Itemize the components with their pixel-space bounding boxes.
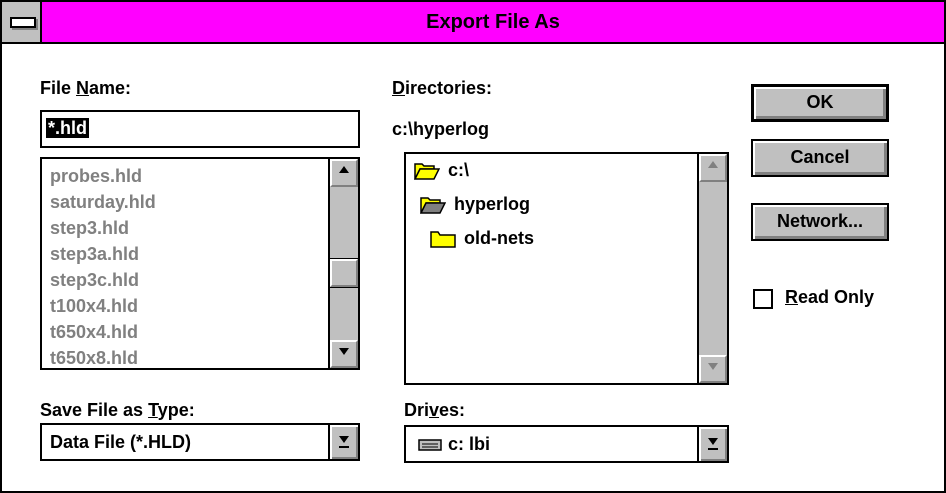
- dir-scroll-up-button: [699, 154, 727, 182]
- list-item[interactable]: step3a.hld: [42, 241, 156, 267]
- ok-button[interactable]: OK: [751, 84, 889, 122]
- list-item[interactable]: t650x8.hld: [42, 345, 156, 368]
- cancel-button[interactable]: Cancel: [751, 139, 889, 177]
- save-type-dropdown-button[interactable]: [328, 425, 358, 459]
- directory-list[interactable]: c:\ hyperlog old-nets: [404, 152, 729, 385]
- hard-drive-icon: [418, 439, 442, 451]
- title-bar[interactable]: Export File As: [2, 2, 944, 44]
- dir-item-old-nets[interactable]: old-nets: [430, 228, 534, 249]
- drives-dropdown-button[interactable]: [697, 427, 727, 461]
- read-only-checkbox[interactable]: [753, 289, 773, 309]
- system-menu-button[interactable]: [2, 2, 42, 42]
- list-item[interactable]: t650x4.hld: [42, 319, 156, 345]
- drives-value: c: lbi: [418, 427, 490, 461]
- list-item[interactable]: t100x4.hld: [42, 293, 156, 319]
- file-name-input[interactable]: *.hld: [40, 110, 360, 148]
- closed-folder-icon: [430, 231, 456, 248]
- file-list[interactable]: probes.hld saturday.hld step3.hld step3a.hl…: [40, 157, 360, 370]
- current-path: c:\hyperlog: [392, 119, 490, 139]
- list-item[interactable]: probes.hld: [42, 163, 156, 189]
- save-type-dropdown[interactable]: Data File (*.HLD): [40, 423, 360, 461]
- list-item[interactable]: step3c.hld: [42, 267, 156, 293]
- drives-label: Drives:: [404, 400, 466, 420]
- system-menu-icon: [10, 17, 36, 28]
- dropdown-arrow-icon: [339, 436, 349, 448]
- dropdown-arrow-icon: [708, 438, 718, 450]
- dir-item-hyperlog[interactable]: hyperlog: [420, 194, 530, 215]
- drives-dropdown[interactable]: c: lbi: [404, 425, 729, 463]
- dir-scroll-down-button: [699, 355, 727, 383]
- export-file-dialog: Export File As File Name: *.hld probes.h…: [0, 0, 946, 493]
- directory-list-scrollbar: [697, 154, 727, 383]
- window-title: Export File As: [426, 11, 560, 33]
- list-item[interactable]: saturday.hld: [42, 189, 156, 215]
- open-folder-icon: [420, 197, 446, 214]
- list-item[interactable]: step3.hld: [42, 215, 156, 241]
- dir-item-root[interactable]: c:\: [414, 160, 469, 181]
- save-type-value: Data File (*.HLD): [50, 432, 192, 452]
- scroll-up-button[interactable]: [330, 159, 358, 187]
- file-name-label: File Name:: [40, 78, 132, 98]
- file-list-scrollbar[interactable]: [328, 159, 358, 368]
- open-folder-icon: [414, 163, 440, 180]
- down-arrow-icon: [339, 348, 349, 355]
- scroll-down-button[interactable]: [330, 340, 358, 368]
- network-button[interactable]: Network...: [751, 203, 889, 241]
- read-only-label[interactable]: Read Only: [785, 287, 874, 308]
- up-arrow-icon: [708, 161, 718, 168]
- file-name-value: *.hld: [46, 118, 89, 138]
- scroll-thumb[interactable]: [329, 258, 358, 288]
- save-type-label: Save File as Type:: [40, 400, 195, 420]
- down-arrow-icon: [708, 363, 718, 370]
- directories-label: Directories:: [392, 78, 493, 98]
- up-arrow-icon: [339, 166, 349, 173]
